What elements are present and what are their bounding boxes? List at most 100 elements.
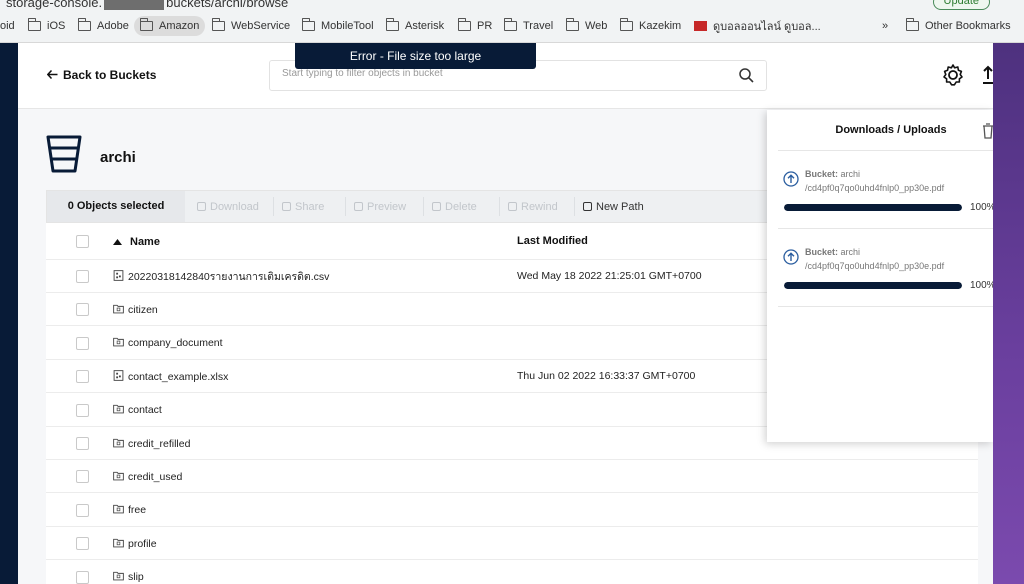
upload-icon[interactable] [983, 65, 993, 90]
bookmark-label: Travel [523, 20, 554, 32]
object-name-cell[interactable]: credit_used [113, 460, 182, 493]
download-icon [197, 202, 206, 211]
object-name: 20220318142840รายงานการเติมเครดิต.csv [128, 271, 330, 283]
gear-icon[interactable] [941, 63, 965, 92]
bookmark-item[interactable]: MobileTool [296, 16, 380, 36]
delete-button[interactable]: Delete [423, 197, 477, 216]
row-checkbox[interactable] [76, 336, 89, 350]
object-name-cell[interactable]: profile [113, 527, 157, 560]
bookmark-item[interactable]: Other Bookmarks [900, 16, 1017, 36]
search-input[interactable] [282, 68, 722, 79]
update-button[interactable]: Update [932, 0, 990, 10]
row-checkbox[interactable] [76, 470, 89, 484]
upload-arrow-icon [783, 249, 799, 270]
row-checkbox[interactable] [76, 270, 89, 283]
preview-button[interactable]: Preview [345, 197, 406, 216]
trash-icon[interactable] [982, 123, 993, 144]
object-name-cell[interactable]: citizen [113, 293, 158, 326]
folder-icon [113, 437, 124, 451]
address-bar[interactable]: storage-console. buckets/archi/browse Upd… [0, 0, 1024, 10]
object-name: company_document [128, 337, 223, 350]
new-path-button[interactable]: New Path [574, 197, 644, 216]
bookmark-label: WebService [231, 20, 291, 32]
folder-icon [113, 570, 124, 584]
folder-icon [212, 18, 225, 31]
bookmark-label: Amazon [159, 20, 200, 32]
bookmark-item[interactable]: ดูบอลออนไลน์ ดูบอล... [688, 16, 827, 36]
bookmark-label: PR [477, 20, 493, 32]
button-label: Share [295, 200, 325, 213]
table-row[interactable]: free [46, 494, 978, 527]
row-checkbox[interactable] [76, 403, 89, 417]
row-checkbox[interactable] [76, 503, 89, 517]
error-toast: Error - File size too large [295, 43, 536, 69]
object-name-cell[interactable]: contact [113, 394, 162, 427]
last-modified-column-header[interactable]: Last Modified [517, 223, 588, 260]
row-checkbox[interactable] [76, 370, 89, 384]
bookmark-label: Kazekim [639, 20, 682, 32]
bookmark-item[interactable]: WebService [206, 16, 296, 36]
back-to-buckets-link[interactable]: Back to Buckets [46, 68, 156, 82]
object-name-cell[interactable]: credit_refilled [113, 427, 190, 460]
rewind-button[interactable]: Rewind [499, 197, 558, 216]
row-checkbox[interactable] [76, 437, 89, 450]
bookmark-item[interactable]: iOS [22, 16, 71, 36]
url-text: storage-console. buckets/archi/browse [6, 0, 288, 10]
object-name-cell[interactable]: contact_example.xlsx [113, 360, 228, 393]
progress-percent: 100% [970, 280, 993, 291]
bookmark-label: Asterisk [405, 20, 445, 32]
object-name-cell[interactable]: slip [113, 561, 144, 584]
object-name: citizen [128, 303, 158, 316]
table-row[interactable]: profile [46, 527, 978, 561]
folder-icon [458, 18, 471, 31]
bookmarks-overflow-button[interactable]: » [876, 16, 894, 36]
bucket-value: archi [840, 169, 861, 179]
object-name: slip [128, 571, 144, 584]
bookmark-item[interactable]: Asterisk [380, 16, 450, 36]
bookmark-item[interactable]: PR [452, 16, 498, 36]
panel-title: Downloads / Uploads [835, 124, 947, 136]
row-checkbox[interactable] [76, 303, 89, 317]
preview-icon [354, 202, 363, 211]
table-row[interactable]: slip [46, 561, 978, 584]
download-path: /cd4pf0q7qo0uhd4fnlp0_pp30e.pdf [805, 261, 945, 271]
file-icon [113, 269, 124, 284]
download-item: Bucket: archi/cd4pf0q7qo0uhd4fnlp0_pp30e… [778, 229, 993, 307]
desktop-background [993, 0, 1024, 584]
progress-bar [784, 282, 962, 289]
bucket-value: archi [840, 247, 861, 257]
bookmark-label: Adobe [97, 20, 129, 32]
table-row[interactable]: credit_used [46, 460, 978, 494]
bookmark-item[interactable]: Kazekim [614, 16, 687, 36]
bookmark-item[interactable]: Amazon [134, 16, 206, 36]
bookmark-label: Other Bookmarks [925, 20, 1011, 32]
button-label: Download [210, 200, 259, 213]
bucket-title: archi [100, 149, 136, 166]
bookmark-item[interactable]: Travel [498, 16, 559, 36]
bookmark-item[interactable]: oid [0, 16, 21, 36]
select-all-checkbox[interactable] [76, 235, 89, 248]
row-checkbox[interactable] [76, 537, 89, 551]
share-button[interactable]: Share [273, 197, 324, 216]
folder-icon [302, 18, 315, 31]
download-button[interactable]: Download [189, 197, 259, 216]
folder-icon [620, 18, 633, 31]
folder-icon [113, 470, 124, 484]
object-name: profile [128, 537, 157, 550]
row-checkbox[interactable] [76, 570, 89, 584]
object-name-cell[interactable]: company_document [113, 327, 223, 360]
object-name-cell[interactable]: free [113, 494, 146, 527]
name-column-header[interactable]: Name [113, 223, 160, 260]
download-item: Bucket: archi/cd4pf0q7qo0uhd4fnlp0_pp30e… [778, 151, 993, 229]
object-name: contact [128, 404, 162, 417]
bookmark-item[interactable]: Web [560, 16, 613, 36]
object-name-cell[interactable]: 20220318142840รายงานการเติมเครดิต.csv [113, 260, 329, 293]
search-icon[interactable] [739, 68, 754, 88]
folder-icon [78, 18, 91, 31]
button-label: Rewind [521, 200, 558, 213]
arrow-left-icon [46, 68, 58, 82]
folder-icon [28, 18, 41, 31]
bookmark-item[interactable]: Adobe [72, 16, 135, 36]
upload-arrow-icon [783, 171, 799, 192]
folder-icon [140, 18, 153, 31]
